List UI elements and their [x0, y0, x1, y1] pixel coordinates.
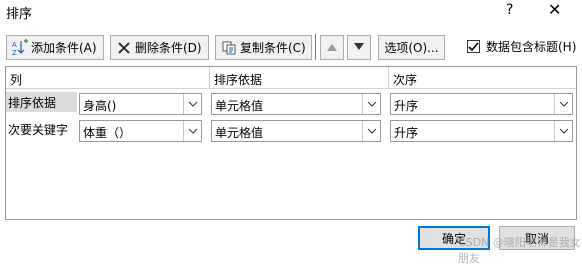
options-button[interactable]: 选项(O)... [378, 35, 445, 60]
order-header: 次序 [389, 67, 576, 89]
options-label: 选项(O)... [384, 41, 439, 55]
chevron-down-icon[interactable] [183, 121, 201, 141]
chevron-down-icon[interactable] [554, 94, 572, 114]
order-value-1: 升序 [394, 99, 419, 113]
chevron-down-icon[interactable] [362, 121, 380, 141]
delete-icon [115, 39, 133, 57]
order-select-2[interactable]: 升序 [390, 120, 573, 142]
watermark: CSDN @晓阳老师是我女朋友 [458, 236, 581, 265]
add-condition-button[interactable]: A Z 添加条件(A) [6, 35, 104, 60]
chevron-down-icon[interactable] [183, 94, 201, 114]
move-down-button[interactable] [347, 35, 371, 60]
column-select-1[interactable]: 身高() [79, 93, 202, 115]
order-select-1[interactable]: 升序 [390, 93, 573, 115]
delete-condition-button[interactable]: 删除条件(D) [110, 35, 209, 60]
dialog-title: 排序 [6, 7, 33, 22]
copy-condition-button[interactable]: 复制条件(C) [215, 35, 312, 60]
sort-on-value-2: 单元格值 [215, 126, 264, 140]
row-label-primary[interactable]: 排序依据 [6, 92, 77, 112]
delete-condition-label: 删除条件(D) [135, 41, 202, 55]
header-checkbox-label: 数据包含标题(H) [486, 40, 577, 54]
add-condition-label: 添加条件(A) [31, 41, 97, 55]
arrow-down-icon [353, 41, 365, 55]
close-button[interactable]: ✕ [548, 0, 561, 19]
help-button[interactable]: ? [506, 2, 513, 18]
copy-condition-label: 复制条件(C) [240, 41, 306, 55]
sort-on-header: 排序依据 [210, 67, 389, 89]
column-value-2: 体重（） [83, 126, 132, 140]
order-value-2: 升序 [394, 126, 419, 140]
chevron-down-icon[interactable] [554, 121, 572, 141]
sort-levels-grid: 列 排序依据 次序 排序依据 身高() 单元格值 升序 次要关键字 体重（） 单… [5, 66, 577, 220]
column-select-2[interactable]: 体重（） [79, 120, 202, 142]
sort-on-select-1[interactable]: 单元格值 [211, 93, 381, 115]
sort-on-value-1: 单元格值 [215, 99, 264, 113]
column-header: 列 [6, 67, 210, 89]
row-label-secondary[interactable]: 次要关键字 [6, 119, 77, 139]
header-checkbox-group[interactable]: 数据包含标题(H) [467, 38, 576, 55]
move-up-button[interactable] [320, 35, 344, 60]
title-bar: 排序 ? ✕ [0, 0, 582, 26]
header-checkbox[interactable] [467, 40, 480, 53]
toolbar-separator [315, 34, 316, 60]
column-value-1: 身高() [83, 99, 117, 113]
arrow-up-icon [326, 41, 338, 55]
add-level-icon: A Z [11, 38, 29, 57]
sort-on-select-2[interactable]: 单元格值 [211, 120, 381, 142]
svg-text:Z: Z [12, 49, 17, 57]
svg-text:A: A [12, 41, 17, 49]
copy-icon [220, 39, 238, 57]
chevron-down-icon[interactable] [362, 94, 380, 114]
